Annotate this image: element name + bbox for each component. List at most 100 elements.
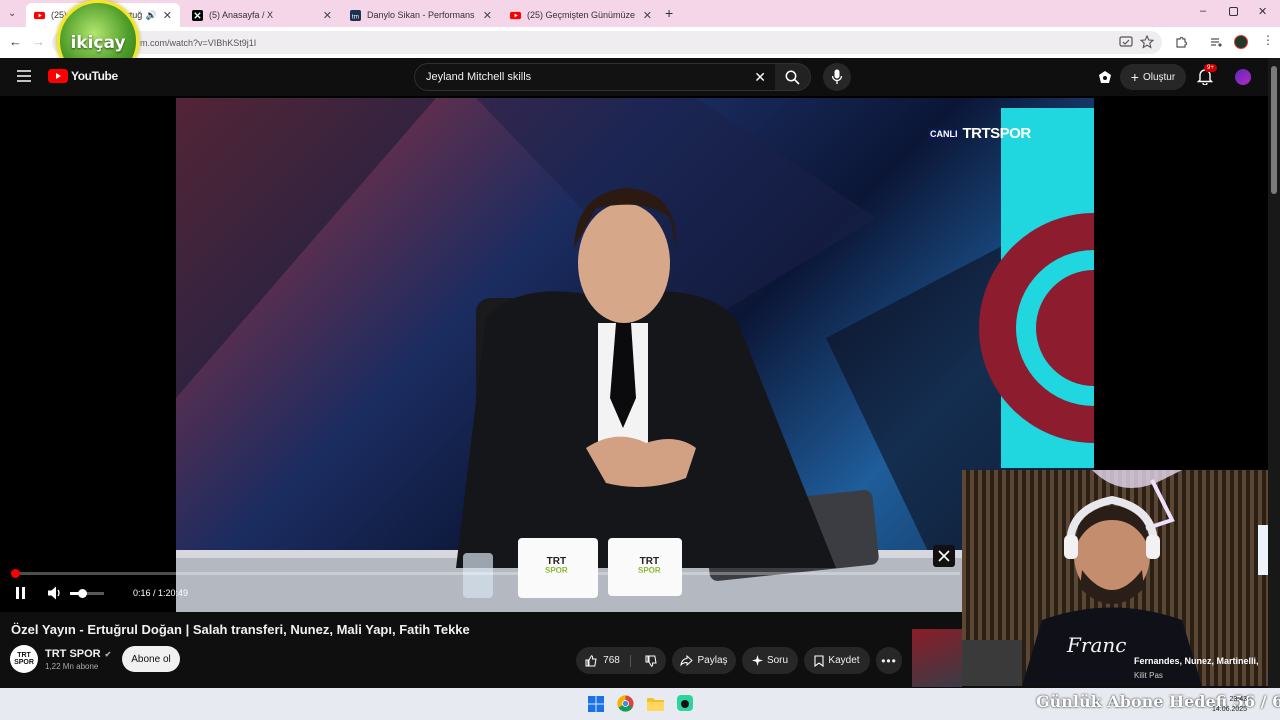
premium-sparkle-icon[interactable] <box>1097 69 1113 85</box>
volume-icon[interactable] <box>48 586 63 600</box>
scrollbar-thumb[interactable] <box>1271 66 1277 194</box>
webcam-scene: Franc <box>962 470 1280 686</box>
search-input[interactable]: Jeyland Mitchell skills ✕ <box>414 63 776 91</box>
tab-search-chevron-icon[interactable]: ⌄ <box>8 8 16 19</box>
profile-avatar[interactable] <box>1234 35 1248 49</box>
time-display: 0:16 / 1:20:49 <box>133 588 189 598</box>
svg-text:tm: tm <box>352 13 359 20</box>
thumbs-down-icon <box>645 655 657 667</box>
channel-name[interactable]: TRT SPOR ✔ <box>45 648 111 660</box>
speaker-icon[interactable]: 🔊 <box>146 10 157 21</box>
share-arrow-icon <box>680 655 694 666</box>
account-avatar[interactable] <box>1235 69 1251 85</box>
bookmark-icon <box>814 654 824 667</box>
close-tab-icon[interactable]: ✕ <box>643 9 652 22</box>
x-icon <box>192 9 203 21</box>
save-button[interactable]: Kaydet <box>804 647 870 674</box>
plus-icon: + <box>1130 69 1139 85</box>
subscriber-count: 1,22 Mn abone <box>45 662 99 671</box>
youtube-wordmark: YouTube <box>71 69 118 83</box>
notification-badge: 9+ <box>1204 64 1217 72</box>
scrubber-handle[interactable] <box>11 569 21 578</box>
more-horizontal-icon: ••• <box>881 653 897 668</box>
restore-icon[interactable] <box>1229 7 1238 16</box>
search-query: Jeyland Mitchell skills <box>426 71 532 83</box>
webcam-shirt-text: Franc <box>1066 633 1126 657</box>
like-button[interactable]: 768 <box>585 654 631 667</box>
forward-arrow-icon[interactable]: → <box>32 34 45 49</box>
url-text: m.com/watch?v=VIBhKSt9j1I <box>140 37 257 48</box>
tab-title: (25) Geçmişten Günümüze Kası <box>527 10 637 20</box>
like-count: 768 <box>603 655 620 666</box>
youtube-icon <box>34 11 45 19</box>
transfermarkt-icon: tm <box>350 9 361 21</box>
minimize-icon[interactable]: – <box>1200 5 1206 17</box>
tab-title: (5) Anasayfa / X <box>209 10 274 20</box>
live-channel-badge: CANLI TRTSPOR <box>928 125 1031 142</box>
search-icon <box>785 70 800 85</box>
volume-slider[interactable] <box>70 589 104 598</box>
file-explorer-icon[interactable] <box>647 696 664 711</box>
ask-button[interactable]: Soru <box>742 647 798 674</box>
microphone-icon <box>831 69 843 84</box>
x-icon <box>938 550 950 562</box>
more-actions-button[interactable]: ••• <box>876 647 902 674</box>
upnext-channel: Kilit Pas <box>1134 671 1163 680</box>
live-label: CANLI <box>928 127 960 140</box>
tab-strip: ⌄ (25) Özel Yayın - Ertuğrul D 🔊 ✕ (5) A… <box>0 0 1280 27</box>
bookmark-star-icon[interactable] <box>1140 35 1154 49</box>
channel-bug: TRTSPOR <box>962 125 1032 142</box>
sparkle-icon <box>751 655 763 666</box>
cast-icon[interactable] <box>1119 35 1133 49</box>
youtube-logo[interactable]: YouTube <box>48 69 118 83</box>
hamburger-menu-icon[interactable] <box>17 70 31 82</box>
broadcast-scene <box>176 98 1094 612</box>
voice-search-button[interactable] <box>823 63 851 91</box>
extensions-puzzle-icon[interactable] <box>1174 35 1188 49</box>
dislike-button[interactable] <box>635 655 657 667</box>
streamer-webcam: Franc <box>962 470 1280 686</box>
verified-check-icon: ✔ <box>104 650 112 659</box>
tab-transfermarkt[interactable]: tm Danylo Sikan - Performans bilgi ✕ <box>342 3 500 27</box>
video-frame: CANLI TRTSPOR TRT SPOR TRT SPOR <box>176 98 1094 612</box>
close-tab-icon[interactable]: ✕ <box>163 9 172 22</box>
browser-toolbar: ← → m.com/watch?v=VIBhKSt9j1I ⋮ <box>0 27 1280 58</box>
more-menu-icon[interactable]: ⋮ <box>1262 33 1274 47</box>
channel-avatar[interactable]: TRT SPOR <box>10 645 38 673</box>
media-controls-icon[interactable] <box>1209 35 1223 49</box>
close-window-icon[interactable]: ✕ <box>1258 5 1267 18</box>
page-scrollbar[interactable] <box>1268 58 1280 688</box>
youtube-icon <box>510 11 521 19</box>
windows-start-icon[interactable] <box>588 696 604 712</box>
volume-handle[interactable] <box>77 589 87 598</box>
progress-bar[interactable] <box>11 569 960 578</box>
youtube-play-icon <box>48 69 68 83</box>
video-title: Özel Yayın - Ertuğrul Doğan | Salah tran… <box>11 622 470 637</box>
tab-title: Danylo Sikan - Performans bilgi <box>367 10 477 20</box>
subscribe-button[interactable]: Abone ol <box>122 646 180 672</box>
system-clock[interactable]: 23:43 14.06.2025 <box>1212 695 1247 715</box>
search-button[interactable] <box>775 63 811 91</box>
close-tab-icon[interactable]: ✕ <box>323 9 332 22</box>
create-label: Oluştur <box>1142 71 1176 83</box>
chrome-icon[interactable] <box>617 695 634 712</box>
thumbs-up-icon <box>585 654 597 666</box>
logo-text: ikiçay <box>70 33 126 53</box>
back-arrow-icon[interactable]: ← <box>9 34 22 49</box>
app-icon[interactable] <box>677 695 693 711</box>
youtube-header: YouTube Jeyland Mitchell skills ✕ + Oluş… <box>0 58 1280 96</box>
address-bar[interactable]: m.com/watch?v=VIBhKSt9j1I <box>52 31 1162 54</box>
upnext-thumbnail[interactable] <box>912 629 962 687</box>
close-tab-icon[interactable]: ✕ <box>483 9 492 22</box>
new-tab-plus-icon[interactable]: + <box>665 5 673 21</box>
clear-search-icon[interactable]: ✕ <box>754 69 766 86</box>
upnext-title[interactable]: Fernandes, Nunez, Martinelli, <box>1134 656 1259 666</box>
create-button[interactable]: + Oluştur <box>1120 64 1186 90</box>
tab-x-anasayfa[interactable]: (5) Anasayfa / X ✕ <box>184 3 340 27</box>
pause-icon[interactable] <box>15 587 26 599</box>
notifications-button[interactable]: 9+ <box>1197 64 1217 88</box>
share-button[interactable]: Paylaş <box>672 647 736 674</box>
x-share-button[interactable] <box>933 545 955 567</box>
tab-youtube-gecmisten[interactable]: (25) Geçmişten Günümüze Kası ✕ <box>502 3 660 27</box>
like-dislike-group: 768 <box>576 647 666 674</box>
